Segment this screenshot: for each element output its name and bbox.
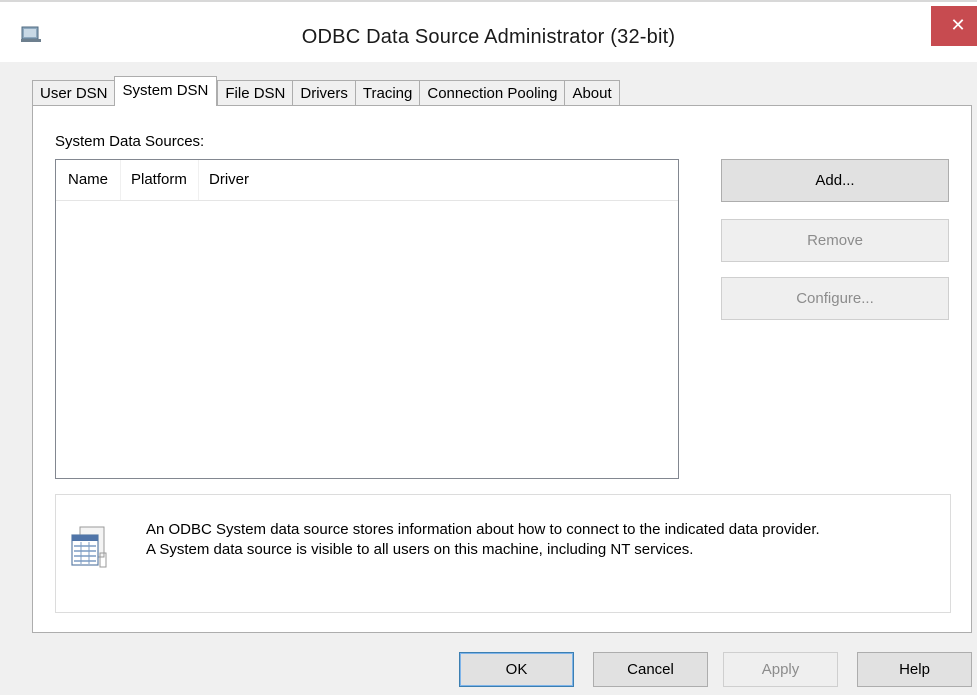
tab-tracing[interactable]: Tracing bbox=[354, 80, 421, 106]
ok-button[interactable]: OK bbox=[459, 652, 574, 687]
add-button[interactable]: Add... bbox=[721, 159, 949, 202]
tab-connection-pooling[interactable]: Connection Pooling bbox=[419, 80, 566, 106]
info-box: An ODBC System data source stores inform… bbox=[55, 494, 951, 613]
tab-about[interactable]: About bbox=[564, 80, 620, 106]
tab-drivers[interactable]: Drivers bbox=[292, 80, 356, 106]
info-line-1: An ODBC System data source stores inform… bbox=[146, 521, 820, 538]
info-text: An ODBC System data source stores inform… bbox=[146, 520, 820, 560]
system-dsn-panel: System Data Sources: Name Platform Drive… bbox=[32, 105, 972, 633]
title-bar[interactable]: ODBC Data Source Administrator (32-bit) … bbox=[0, 0, 977, 62]
data-sources-list[interactable]: Name Platform Driver bbox=[55, 159, 679, 479]
tab-file-dsn[interactable]: File DSN bbox=[217, 80, 294, 106]
data-source-icon bbox=[71, 526, 107, 568]
apply-button[interactable]: Apply bbox=[723, 652, 838, 687]
list-header: Name Platform Driver bbox=[56, 160, 678, 201]
column-header-driver[interactable]: Driver bbox=[199, 160, 253, 200]
info-line-2: A System data source is visible to all u… bbox=[146, 541, 694, 558]
tab-system-dsn[interactable]: System DSN bbox=[113, 76, 218, 106]
column-header-name[interactable]: Name bbox=[56, 160, 121, 200]
column-header-platform[interactable]: Platform bbox=[121, 160, 199, 200]
odbc-admin-window: ODBC Data Source Administrator (32-bit) … bbox=[0, 0, 977, 695]
configure-button[interactable]: Configure... bbox=[721, 277, 949, 320]
remove-button[interactable]: Remove bbox=[721, 219, 949, 262]
close-icon: ✕ bbox=[950, 15, 966, 35]
help-button[interactable]: Help bbox=[857, 652, 972, 687]
tab-strip: User DSN System DSN File DSN Drivers Tra… bbox=[32, 76, 620, 106]
window-title: ODBC Data Source Administrator (32-bit) bbox=[301, 26, 676, 48]
cancel-button[interactable]: Cancel bbox=[593, 652, 708, 687]
close-button[interactable]: ✕ bbox=[931, 6, 977, 46]
system-data-sources-label: System Data Sources: bbox=[55, 133, 205, 150]
tab-user-dsn[interactable]: User DSN bbox=[32, 80, 116, 106]
